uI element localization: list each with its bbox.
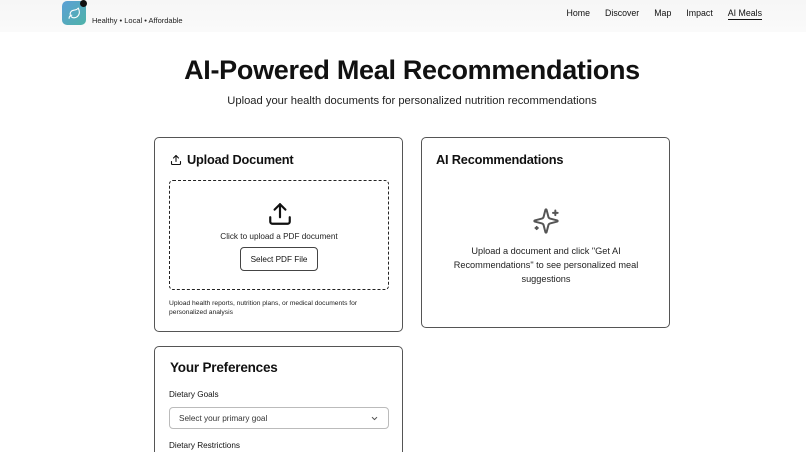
- nav-discover[interactable]: Discover: [605, 8, 639, 20]
- nav-ai-meals[interactable]: AI Meals: [727, 8, 762, 20]
- dietary-goals-select[interactable]: Select your primary goal: [169, 407, 389, 429]
- nav-impact[interactable]: Impact: [686, 8, 712, 20]
- ai-recommendations-card: AI Recommendations Upload a document and…: [421, 137, 670, 328]
- upload-card-header: Upload Document: [170, 152, 294, 167]
- ai-empty-message: Upload a document and click "Get AI Reco…: [453, 246, 639, 284]
- top-navbar: Healthy • Local • Affordable Home Discov…: [0, 0, 806, 32]
- ai-card-header: AI Recommendations: [436, 152, 563, 167]
- notification-dot: [80, 0, 87, 7]
- dietary-restrictions-label: Dietary Restrictions: [169, 441, 240, 450]
- chevron-down-icon: [371, 416, 378, 420]
- pdf-dropzone[interactable]: Click to upload a PDF document Select PD…: [169, 180, 389, 290]
- page-title: AI-Powered Meal Recommendations: [184, 55, 640, 85]
- main-nav: Home Discover Map Impact AI Meals: [552, 8, 762, 20]
- preferences-card-header: Your Preferences: [170, 360, 278, 375]
- upload-card-title: Upload Document: [187, 152, 294, 167]
- sparkles-icon: [533, 208, 559, 234]
- preferences-card-title: Your Preferences: [170, 360, 278, 375]
- dietary-goals-label: Dietary Goals: [169, 390, 219, 399]
- preferences-card: Your Preferences Dietary Goals Select yo…: [154, 346, 403, 452]
- select-pdf-button[interactable]: Select PDF File: [240, 247, 318, 271]
- leaf-icon: [68, 7, 80, 19]
- nav-home[interactable]: Home: [567, 8, 590, 20]
- upload-icon: [170, 154, 182, 165]
- page-subtitle: Upload your health documents for persona…: [227, 95, 597, 107]
- dietary-goals-value: Select your primary goal: [179, 413, 268, 423]
- dropzone-prompt: Click to upload a PDF document: [220, 232, 338, 241]
- tagline: Healthy • Local • Affordable: [92, 16, 183, 25]
- upload-icon: [269, 203, 291, 225]
- upload-document-card: Upload Document Click to upload a PDF do…: [154, 137, 403, 332]
- ai-card-title: AI Recommendations: [436, 152, 564, 167]
- nav-map[interactable]: Map: [654, 8, 671, 20]
- upload-helper-text: Upload health reports, nutrition plans, …: [169, 300, 358, 317]
